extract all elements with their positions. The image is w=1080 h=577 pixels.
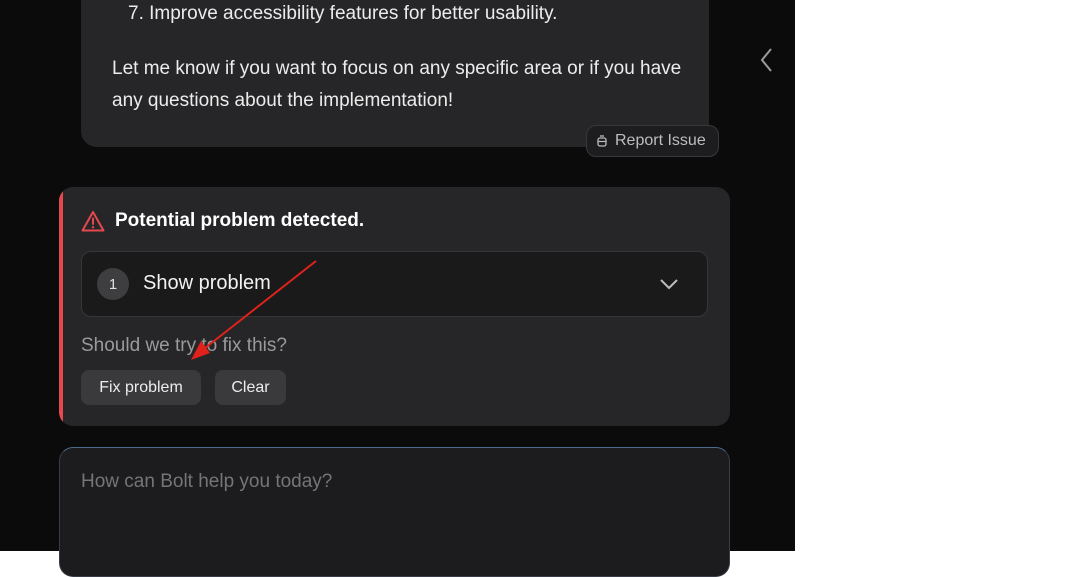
report-issue-button[interactable]: Report Issue — [586, 125, 719, 157]
chat-composer[interactable] — [59, 447, 730, 577]
clear-button[interactable]: Clear — [215, 370, 286, 405]
blank-area — [795, 0, 1080, 551]
step-number-badge: 1 — [97, 268, 129, 300]
chat-panel: 7. Improve accessibility features for be… — [0, 0, 795, 577]
message-list-item: 7. Improve accessibility features for be… — [128, 3, 558, 24]
warning-icon — [81, 211, 105, 232]
report-issue-label: Report Issue — [615, 132, 706, 149]
fix-problem-button[interactable]: Fix problem — [81, 370, 201, 405]
chat-input[interactable] — [81, 471, 681, 493]
alert-title: Potential problem detected. — [115, 210, 365, 231]
chevron-left-icon[interactable] — [757, 46, 777, 74]
fix-question: Should we try to fix this? — [81, 335, 287, 356]
chevron-down-icon[interactable] — [658, 276, 680, 292]
bug-icon — [597, 135, 607, 147]
show-problem-label: Show problem — [143, 272, 271, 294]
message-paragraph: Let me know if you want to focus on any … — [112, 58, 682, 111]
alert-accent-bar — [59, 187, 63, 426]
